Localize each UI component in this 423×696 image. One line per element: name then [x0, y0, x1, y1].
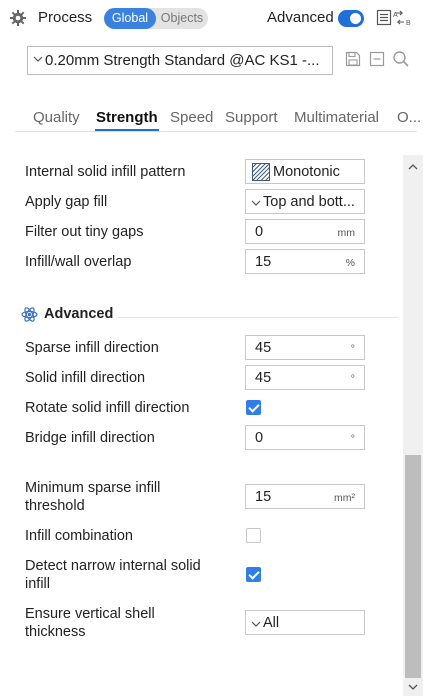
- gap-fill-value: Top and bott...: [263, 194, 355, 210]
- rotate-solid-infill-direction-checkbox[interactable]: [246, 400, 261, 415]
- compare-presets-icon[interactable]: B A: [376, 8, 412, 28]
- tab-others[interactable]: O...: [397, 109, 421, 126]
- internal-solid-infill-pattern-dropdown[interactable]: Monotonic: [245, 159, 365, 184]
- pattern-value: Monotonic: [273, 164, 340, 180]
- monotonic-pattern-icon: [252, 163, 270, 181]
- ensure-vertical-shell-label-line1: Ensure vertical shell: [25, 606, 155, 622]
- search-icon[interactable]: [392, 50, 410, 68]
- settings-panel: Internal solid infill pattern Monotonic …: [0, 155, 403, 696]
- settings-scrollbar[interactable]: [403, 155, 423, 696]
- chevron-down-icon: [251, 200, 261, 206]
- infill-wall-overlap-label: Infill/wall overlap: [25, 254, 132, 270]
- apply-gap-fill-label: Apply gap fill: [25, 194, 108, 210]
- infill-combination-checkbox[interactable]: [246, 528, 261, 543]
- solid-infill-direction-value: 45: [255, 370, 272, 386]
- sparse-infill-direction-unit: °: [350, 343, 355, 355]
- preset-value: 0.20mm Strength Standard @AC KS1 -...: [45, 52, 320, 69]
- detect-narrow-label-line2: infill: [25, 576, 50, 592]
- bridge-infill-direction-value: 0: [255, 430, 264, 446]
- process-title: Process: [38, 9, 93, 26]
- advanced-section-icon: [21, 307, 38, 322]
- advanced-section-title: Advanced: [44, 306, 114, 322]
- process-header: Process Global Objects Advanced B A: [0, 0, 423, 36]
- min-sparse-infill-threshold-unit: mm²: [334, 492, 355, 504]
- bridge-infill-direction-label: Bridge infill direction: [25, 430, 155, 446]
- settings-tabs: Quality Strength Speed Support Multimate…: [0, 106, 423, 132]
- scroll-up-icon[interactable]: [408, 163, 418, 171]
- detect-narrow-label-line1: Detect narrow internal solid: [25, 558, 201, 574]
- objects-tab[interactable]: Objects: [156, 8, 208, 29]
- chevron-down-icon: [251, 621, 261, 627]
- filter-tiny-gaps-unit: mm: [337, 227, 356, 239]
- scrollbar-thumb[interactable]: [405, 455, 421, 678]
- chevron-down-icon: [33, 56, 43, 62]
- process-icon: [10, 10, 26, 26]
- detect-narrow-internal-solid-infill-label: Detect narrow internal solid infill: [25, 557, 201, 593]
- ensure-vertical-shell-label-line2: thickness: [25, 624, 86, 640]
- apply-gap-fill-dropdown[interactable]: Top and bott...: [245, 189, 365, 214]
- bridge-infill-direction-unit: °: [350, 433, 355, 445]
- save-preset-icon[interactable]: [345, 51, 361, 67]
- scroll-down-icon[interactable]: [408, 683, 418, 691]
- sparse-infill-direction-value: 45: [255, 340, 272, 356]
- rotate-solid-infill-direction-label: Rotate solid infill direction: [25, 400, 190, 416]
- solid-infill-direction-label: Solid infill direction: [25, 370, 146, 386]
- section-divider: [118, 317, 398, 318]
- global-objects-switch[interactable]: Global Objects: [104, 8, 208, 29]
- bridge-infill-direction-input[interactable]: 0 °: [245, 425, 365, 450]
- filter-tiny-gaps-input[interactable]: 0 mm: [245, 219, 365, 244]
- min-sparse-infill-threshold-label-line1: Minimum sparse infill: [25, 480, 161, 496]
- tab-support[interactable]: Support: [225, 109, 278, 126]
- infill-wall-overlap-value: 15: [255, 254, 272, 270]
- ensure-vertical-shell-thickness-dropdown[interactable]: All: [245, 610, 365, 635]
- ensure-vertical-shell-value: All: [263, 615, 280, 631]
- internal-solid-infill-pattern-label: Internal solid infill pattern: [25, 164, 186, 180]
- tab-speed[interactable]: Speed: [170, 109, 213, 126]
- filter-tiny-gaps-value: 0: [255, 224, 264, 240]
- svg-text:B: B: [406, 20, 411, 27]
- detect-narrow-internal-solid-infill-checkbox[interactable]: [246, 567, 261, 582]
- solid-infill-direction-unit: °: [350, 373, 355, 385]
- sparse-infill-direction-label: Sparse infill direction: [25, 340, 159, 356]
- delete-preset-icon[interactable]: [369, 51, 385, 67]
- advanced-toggle[interactable]: [338, 10, 364, 27]
- sparse-infill-direction-input[interactable]: 45 °: [245, 335, 365, 360]
- process-preset-dropdown[interactable]: 0.20mm Strength Standard @AC KS1 -...: [27, 46, 333, 75]
- tab-quality[interactable]: Quality: [33, 109, 80, 126]
- min-sparse-infill-threshold-label-line2: threshold: [25, 498, 85, 514]
- svg-text:A: A: [393, 12, 398, 19]
- min-sparse-infill-threshold-label: Minimum sparse infill threshold: [25, 479, 160, 515]
- min-sparse-infill-threshold-value: 15: [255, 489, 272, 505]
- tab-multimaterial[interactable]: Multimaterial: [294, 109, 379, 126]
- filter-tiny-gaps-label: Filter out tiny gaps: [25, 224, 144, 240]
- advanced-label: Advanced: [267, 9, 334, 26]
- tabs-divider: [15, 131, 417, 132]
- infill-combination-label: Infill combination: [25, 528, 133, 544]
- ensure-vertical-shell-thickness-label: Ensure vertical shell thickness: [25, 605, 155, 641]
- infill-wall-overlap-unit: %: [345, 257, 355, 269]
- solid-infill-direction-input[interactable]: 45 °: [245, 365, 365, 390]
- infill-wall-overlap-input[interactable]: 15 %: [245, 249, 365, 274]
- tab-strength[interactable]: Strength: [96, 109, 158, 126]
- min-sparse-infill-threshold-input[interactable]: 15 mm²: [245, 484, 365, 509]
- global-tab[interactable]: Global: [104, 8, 156, 29]
